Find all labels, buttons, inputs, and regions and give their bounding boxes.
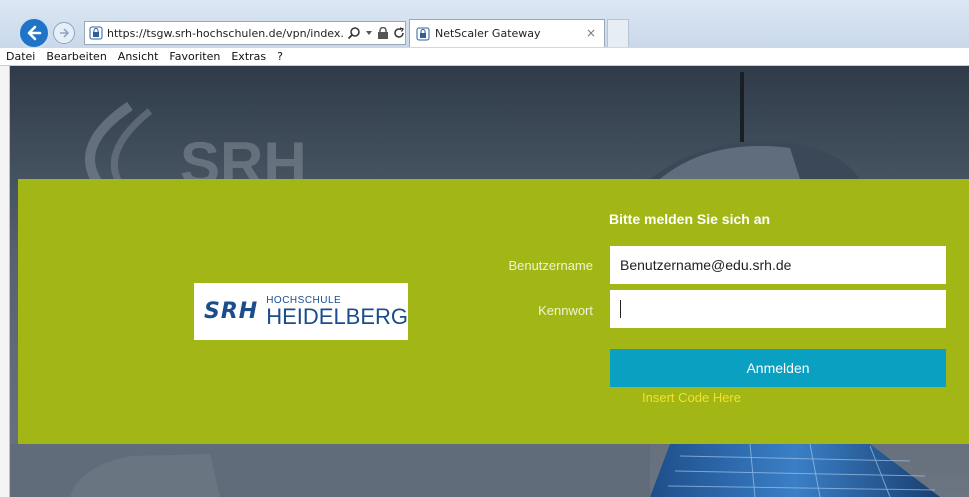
menu-bearbeiten[interactable]: Bearbeiten (46, 50, 106, 63)
logo-brand: SRH (204, 299, 259, 324)
login-band: SRH HOCHSCHULE HEIDELBERG Bitte melden S… (18, 179, 969, 444)
password-label: Kennwort (538, 303, 593, 318)
forward-button[interactable] (53, 22, 75, 44)
address-bar[interactable]: https://tsgw.srh-hochschulen.de/vpn/inde… (84, 21, 406, 45)
browser-toolbar: https://tsgw.srh-hochschulen.de/vpn/inde… (0, 0, 969, 49)
menu-bar: Datei Bearbeiten Ansicht Favoriten Extra… (0, 48, 969, 66)
tab-netscaler-gateway[interactable]: NetScaler Gateway × (409, 19, 605, 47)
username-value: Benutzername@edu.srh.de (620, 257, 792, 273)
back-button[interactable] (18, 17, 50, 49)
refresh-icon[interactable] (393, 27, 405, 39)
new-tab-button[interactable] (607, 19, 629, 47)
tab-title: NetScaler Gateway (435, 27, 541, 40)
login-title: Bitte melden Sie sich an (609, 211, 771, 227)
username-label: Benutzername (508, 258, 593, 273)
padlock-icon[interactable] (377, 26, 389, 40)
site-lock-icon (416, 27, 430, 40)
logo-heidelberg: HEIDELBERG (266, 304, 409, 329)
search-icon[interactable] (347, 26, 361, 40)
url-text[interactable]: https://tsgw.srh-hochschulen.de/vpn/inde… (107, 27, 343, 40)
login-button[interactable]: Anmelden (610, 349, 946, 387)
arrow-right-icon (60, 28, 70, 38)
logo-text: HOCHSCHULE HEIDELBERG (266, 295, 408, 328)
lock-icon (89, 26, 103, 40)
arrow-left-icon (27, 25, 42, 41)
srh-logo: SRH HOCHSCHULE HEIDELBERG (194, 283, 408, 340)
menu-extras[interactable]: Extras (231, 50, 266, 63)
username-input[interactable]: Benutzername@edu.srh.de (610, 246, 946, 284)
menu-favoriten[interactable]: Favoriten (169, 50, 220, 63)
login-page: SRH SRH HOCHSCHULE HEIDELBERG Bitte meld… (10, 66, 969, 497)
menu-ansicht[interactable]: Ansicht (118, 50, 159, 63)
text-caret (620, 300, 621, 318)
password-input[interactable] (610, 290, 946, 328)
dropdown-icon[interactable] (365, 29, 373, 37)
close-tab-icon[interactable]: × (586, 26, 596, 40)
menu-help[interactable]: ? (277, 50, 283, 63)
insert-code-text: Insert Code Here (642, 390, 741, 405)
window-edge (0, 66, 10, 497)
menu-datei[interactable]: Datei (6, 50, 35, 63)
